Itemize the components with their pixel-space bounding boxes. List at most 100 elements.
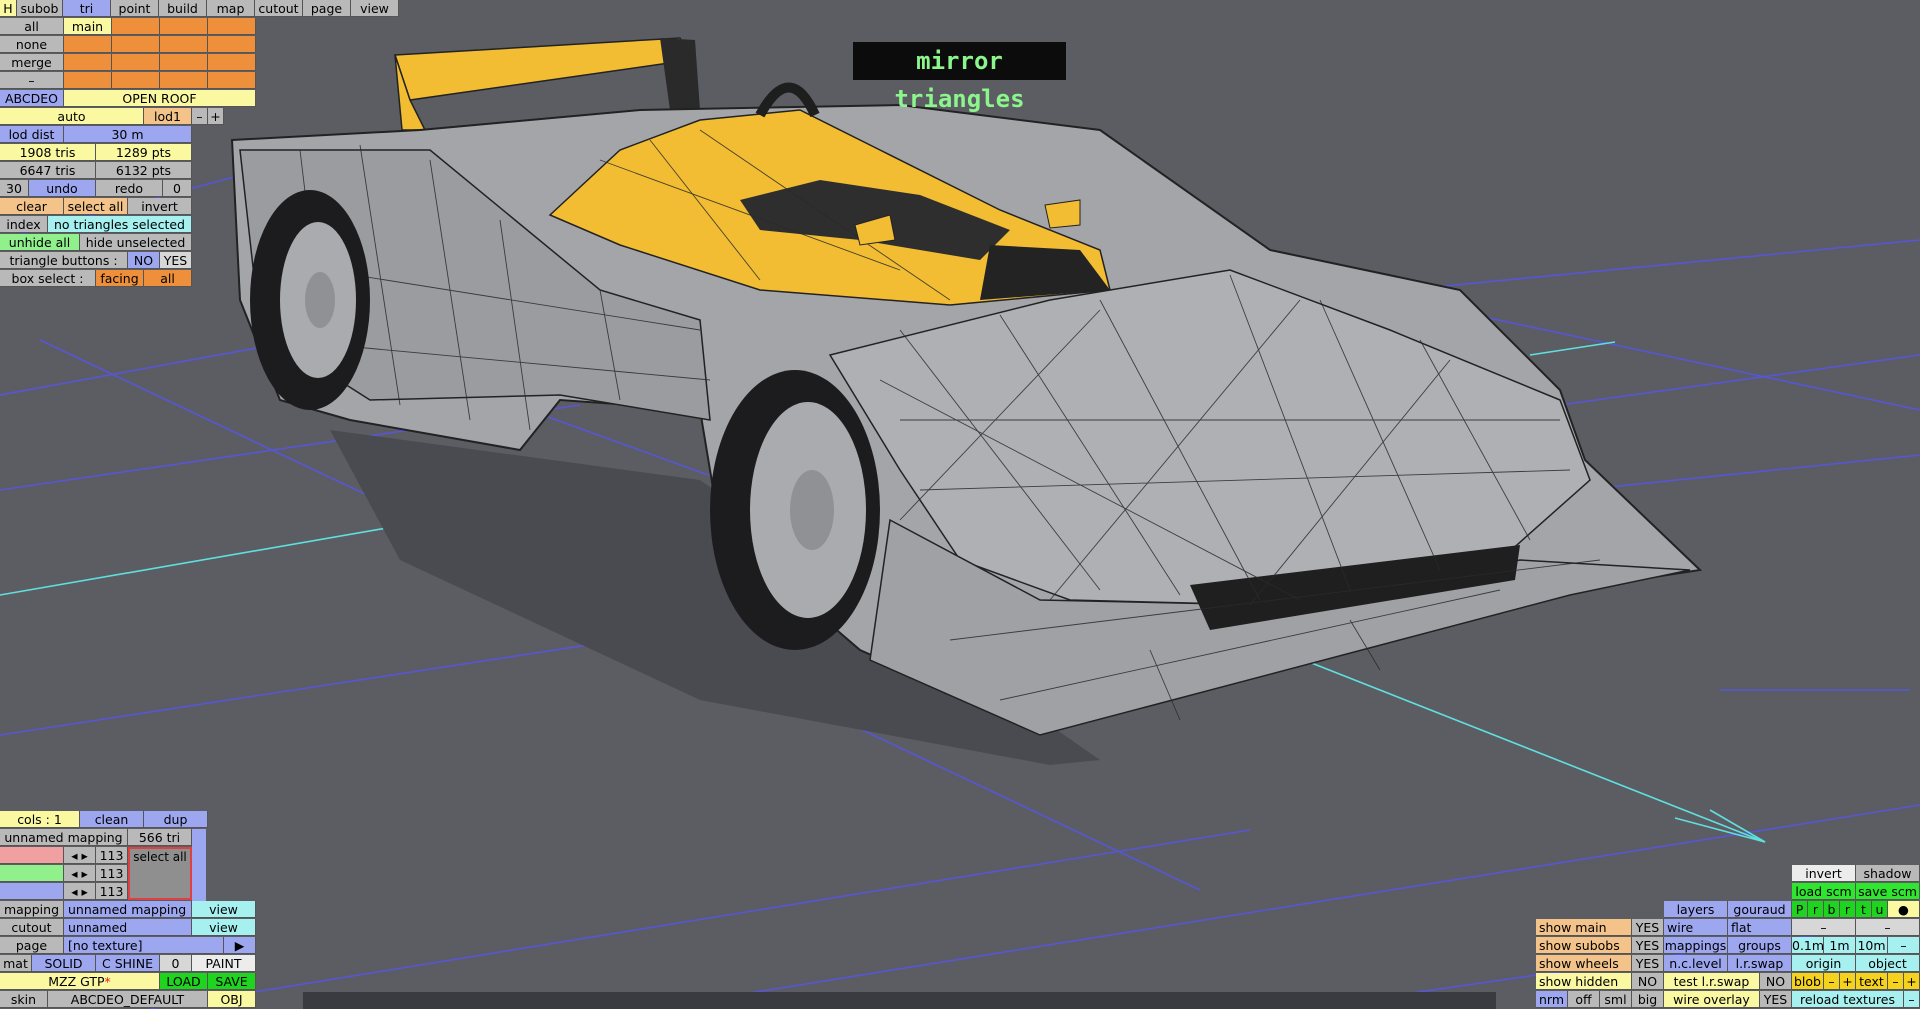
normal-off[interactable]: off xyxy=(1568,991,1600,1008)
show-hidden-toggle[interactable]: NO xyxy=(1632,973,1664,990)
gouraud-button[interactable]: gouraud xyxy=(1728,901,1792,918)
select-all-button[interactable]: select all xyxy=(64,198,128,215)
load-scm-button[interactable]: load scm xyxy=(1792,883,1856,900)
redo-button[interactable]: redo xyxy=(96,180,163,197)
blob-minus[interactable]: – xyxy=(1824,973,1840,990)
car-name[interactable]: MZZ GTP* xyxy=(0,973,160,990)
unhide-all-button[interactable]: unhide all xyxy=(0,234,80,251)
channel-blue-arrows[interactable]: ◂ ▸ xyxy=(64,883,96,900)
all-button[interactable]: all xyxy=(0,18,64,35)
normal-sml[interactable]: sml xyxy=(1600,991,1632,1008)
text-plus[interactable]: + xyxy=(1904,973,1920,990)
load-button[interactable]: LOAD xyxy=(160,973,208,990)
merge-button[interactable]: merge xyxy=(0,54,64,71)
menu-subob[interactable]: subob xyxy=(17,0,63,17)
layer-p[interactable]: P xyxy=(1792,901,1808,918)
lod-dist-value[interactable]: 30 m xyxy=(64,126,192,143)
color-swatch[interactable]: select all xyxy=(128,847,192,900)
subob-slot[interactable] xyxy=(64,54,112,71)
menu-h-button[interactable]: H xyxy=(0,0,17,17)
swatch-select-all[interactable]: select all xyxy=(130,849,190,865)
menu-view[interactable]: view xyxy=(351,0,399,17)
open-roof-button[interactable]: OPEN ROOF xyxy=(64,90,256,107)
page-value[interactable]: [no texture] xyxy=(64,937,224,954)
c-shine-button[interactable]: C SHINE xyxy=(96,955,160,972)
normal-nrm[interactable]: nrm xyxy=(1536,991,1568,1008)
hide-unselected-button[interactable]: hide unselected xyxy=(80,234,192,251)
clear-button[interactable]: clear xyxy=(0,198,64,215)
menu-build[interactable]: build xyxy=(159,0,207,17)
index-button[interactable]: index xyxy=(0,216,48,233)
paint-button[interactable]: PAINT xyxy=(192,955,256,972)
subob-slot[interactable] xyxy=(112,54,160,71)
shadow-button[interactable]: shadow xyxy=(1856,865,1920,882)
triangle-buttons-no[interactable]: NO xyxy=(128,252,160,269)
skin-value[interactable]: ABCDEO_DEFAULT xyxy=(48,991,208,1008)
subob-slot[interactable] xyxy=(112,72,160,89)
blob-plus[interactable]: + xyxy=(1840,973,1856,990)
abcdeo-button[interactable]: ABCDEO xyxy=(0,90,64,107)
scale-minus[interactable]: – xyxy=(1888,937,1920,954)
3d-viewport[interactable] xyxy=(0,0,1920,1009)
layer-u[interactable]: u xyxy=(1872,901,1888,918)
nc-level-button[interactable]: n.c.level xyxy=(1664,955,1728,972)
wire-button[interactable]: wire xyxy=(1664,919,1728,936)
layer-b[interactable]: b xyxy=(1824,901,1840,918)
normal-big[interactable]: big xyxy=(1632,991,1664,1008)
mappings-button[interactable]: mappings xyxy=(1664,937,1728,954)
object-button[interactable]: object xyxy=(1856,955,1920,972)
box-select-facing[interactable]: facing xyxy=(96,270,144,287)
mapping-value[interactable]: unnamed mapping xyxy=(64,901,192,918)
menu-map[interactable]: map xyxy=(207,0,255,17)
menu-page[interactable]: page xyxy=(303,0,351,17)
subob-slot[interactable] xyxy=(112,36,160,53)
lr-swap-button[interactable]: l.r.swap xyxy=(1728,955,1792,972)
subob-slot[interactable] xyxy=(208,18,256,35)
lod-auto-button[interactable]: auto xyxy=(0,108,144,125)
layers-button[interactable]: layers xyxy=(1664,901,1728,918)
layer-r2[interactable]: r xyxy=(1840,901,1856,918)
timeline-scrollbar[interactable] xyxy=(303,992,1496,1009)
subob-slot[interactable] xyxy=(160,72,208,89)
origin-button[interactable]: origin xyxy=(1792,955,1856,972)
layer-t[interactable]: t xyxy=(1856,901,1872,918)
reload-minus[interactable]: – xyxy=(1904,991,1920,1008)
subob-slot[interactable] xyxy=(160,18,208,35)
lod1-button[interactable]: lod1 xyxy=(144,108,192,125)
layer-r[interactable]: r xyxy=(1808,901,1824,918)
lod-plus-button[interactable]: + xyxy=(208,108,224,125)
box-select-all[interactable]: all xyxy=(144,270,192,287)
mapping-view-button[interactable]: view xyxy=(192,901,256,918)
invert-view-button[interactable]: invert xyxy=(1792,865,1856,882)
dash-button[interactable]: – xyxy=(0,72,64,89)
none-button[interactable]: none xyxy=(0,36,64,53)
subob-slot[interactable] xyxy=(112,18,160,35)
obj-button[interactable]: OBJ xyxy=(208,991,256,1008)
main-button[interactable]: main xyxy=(64,18,112,35)
lod-minus-button[interactable]: – xyxy=(192,108,208,125)
save-button[interactable]: SAVE xyxy=(208,973,256,990)
test-lr-swap-toggle[interactable]: NO xyxy=(1760,973,1792,990)
cols-button[interactable]: cols : 1 xyxy=(0,811,80,828)
subob-slot[interactable] xyxy=(208,54,256,71)
menu-tri[interactable]: tri xyxy=(63,0,111,17)
mapping-scrollbar[interactable] xyxy=(192,829,206,901)
subob-slot[interactable] xyxy=(64,72,112,89)
subob-slot[interactable] xyxy=(208,36,256,53)
channel-green-arrows[interactable]: ◂ ▸ xyxy=(64,865,96,882)
channel-red-slider[interactable] xyxy=(0,847,64,864)
channel-red-arrows[interactable]: ◂ ▸ xyxy=(64,847,96,864)
groups-button[interactable]: groups xyxy=(1728,937,1792,954)
flat-button[interactable]: flat xyxy=(1728,919,1792,936)
wire-overlay-toggle[interactable]: YES xyxy=(1760,991,1792,1008)
dup-button[interactable]: dup xyxy=(144,811,208,828)
subob-slot[interactable] xyxy=(208,72,256,89)
menu-cutout[interactable]: cutout xyxy=(255,0,303,17)
channel-blue-slider[interactable] xyxy=(0,883,64,900)
cutout-value[interactable]: unnamed xyxy=(64,919,192,936)
menu-point[interactable]: point xyxy=(111,0,159,17)
show-main-toggle[interactable]: YES xyxy=(1632,919,1664,936)
clean-button[interactable]: clean xyxy=(80,811,144,828)
page-play-icon[interactable]: ▶ xyxy=(224,937,256,954)
channel-green-slider[interactable] xyxy=(0,865,64,882)
